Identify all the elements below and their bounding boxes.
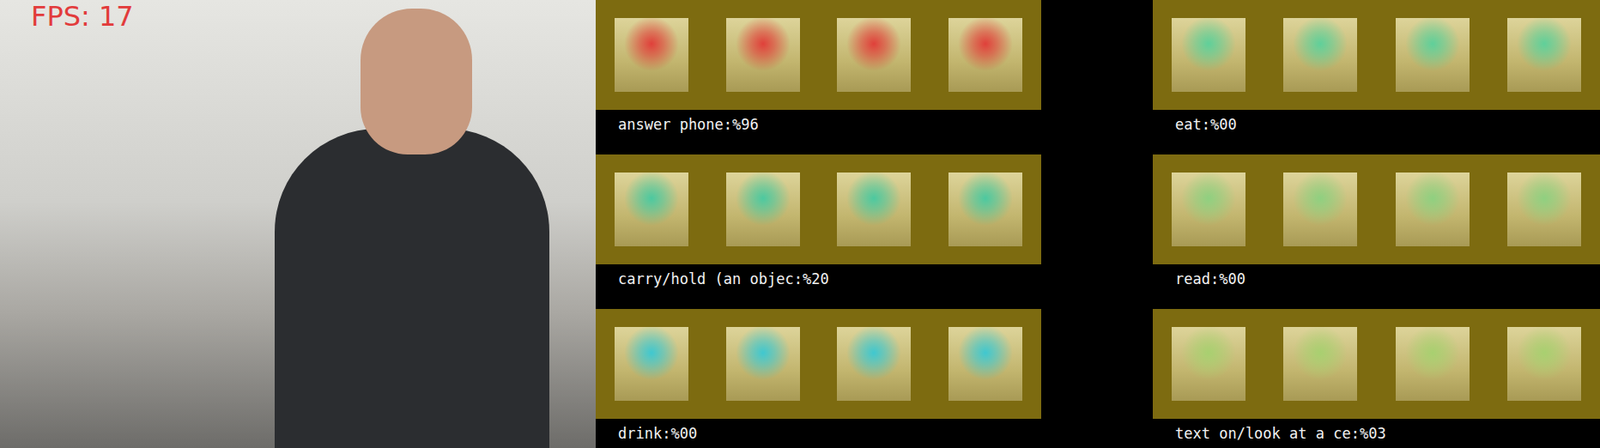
frame-strip [595,154,1042,265]
action-column: eat:%00 read:%00 text on/look at a ce:%03 [1152,0,1600,448]
action-panel: read:%00 [1152,154,1600,294]
heatmap-frame [1283,18,1358,92]
frame-strip [595,309,1042,419]
heatmap-frame [614,327,689,401]
heatmap-frame [726,327,800,401]
action-score: text on/look at a ce:%03 [1152,418,1600,448]
action-panel: eat:%00 [1152,0,1600,140]
heatmap-frame [1171,172,1246,247]
person-shape [274,128,550,448]
heatmap-frame [948,18,1023,92]
heatmap-frame [1395,172,1470,247]
column-gap [1041,0,1153,448]
action-panel: text on/look at a ce:%03 [1152,309,1600,448]
heatmap-frame [948,327,1023,401]
action-score: drink:%00 [595,418,1042,448]
heatmap-frame [1283,172,1358,247]
heatmap-frame [726,172,800,247]
heatmap-frame [1507,172,1582,247]
frame-strip [1152,309,1600,419]
heatmap-frame [1395,327,1470,401]
heatmap-frame [836,327,911,401]
person-head [360,8,473,155]
heatmap-frame [1395,18,1470,92]
action-panel: answer phone:%96 [595,0,1042,140]
heatmap-frame [1283,327,1358,401]
heatmap-frame [836,172,911,247]
heatmap-frame [726,18,800,92]
video-frame: FPS: 17 [0,0,596,448]
heatmap-frame [1171,327,1246,401]
heatmap-frame [1171,18,1246,92]
heatmap-frame [614,172,689,247]
action-score: read:%00 [1152,264,1600,294]
heatmap-frame [614,18,689,92]
action-panel: carry/hold (an objec:%20 [595,154,1042,294]
heatmap-frame [836,18,911,92]
action-score: carry/hold (an objec:%20 [595,264,1042,294]
action-score: answer phone:%96 [595,109,1042,140]
fps-label: FPS: 17 [0,0,596,32]
action-column: answer phone:%96 carry/hold (an objec:%20… [595,0,1042,448]
action-panel: drink:%00 [595,309,1042,448]
frame-strip [1152,0,1600,110]
heatmap-frame [1507,327,1582,401]
action-score: eat:%00 [1152,109,1600,140]
heatmap-frame [948,172,1023,247]
frame-strip [595,0,1042,110]
frame-strip [1152,154,1600,265]
heatmap-frame [1507,18,1582,92]
